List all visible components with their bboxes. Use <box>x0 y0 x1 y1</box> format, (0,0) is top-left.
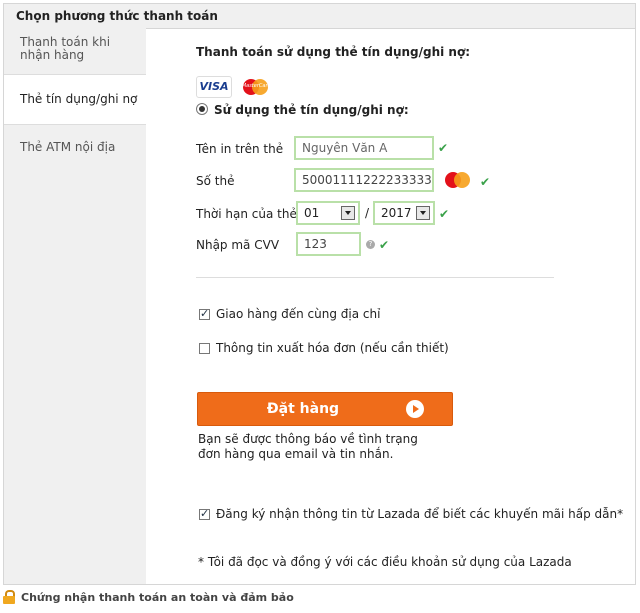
sidebar-item-atm[interactable]: Thẻ ATM nội địa <box>4 125 146 171</box>
terms-text: * Tôi đã đọc và đồng ý với các điều khoả… <box>198 555 572 569</box>
ship-same-address-label: Giao hàng đến cùng địa chỉ <box>216 307 381 321</box>
card-number-label: Số thẻ <box>196 174 235 188</box>
visa-logo: VISA <box>196 76 232 98</box>
subscribe-label: Đăng ký nhận thông tin từ Lazada để biết… <box>216 507 624 521</box>
card-name-valid-icon: ✔ <box>438 141 449 155</box>
use-card-radio-row[interactable]: Sử dụng thẻ tín dụng/ghi nợ: <box>196 103 409 117</box>
subscribe-row[interactable]: Đăng ký nhận thông tin từ Lazada để biết… <box>199 507 623 521</box>
payment-form: Thanh toán sử dụng thẻ tín dụng/ghi nợ: … <box>146 28 635 584</box>
mastercard-logo: MasterCard <box>242 76 271 98</box>
panel-title: Chọn phương thức thanh toán <box>16 9 218 23</box>
card-name-label: Tên in trên thẻ <box>196 142 284 156</box>
place-order-button[interactable]: Đặt hàng <box>197 392 453 426</box>
expiry-year-select[interactable]: 2017 <box>373 201 435 225</box>
card-number-input[interactable]: 50001111222233333 <box>294 168 434 192</box>
cvv-label: Nhập mã CVV <box>196 238 280 252</box>
cvv-input[interactable]: 123 <box>296 232 361 256</box>
sidebar-item-credit-card[interactable]: Thẻ tín dụng/ghi nợ <box>4 74 146 125</box>
cvv-valid-icon: ✔ <box>379 238 390 252</box>
card-name-input[interactable]: Nguyên Văn A <box>294 136 434 160</box>
lock-icon <box>3 590 15 604</box>
help-icon[interactable]: ? <box>366 240 375 249</box>
chevron-down-icon <box>416 206 430 220</box>
form-heading: Thanh toán sử dụng thẻ tín dụng/ghi nợ: <box>196 45 471 59</box>
invoice-info-checkbox[interactable] <box>199 343 210 354</box>
panel-header: Chọn phương thức thanh toán <box>4 4 635 29</box>
expiry-label: Thời hạn của thẻ <box>196 207 297 221</box>
expiry-month-select[interactable]: 01 <box>296 201 360 225</box>
payment-method-sidebar: Thanh toán khi nhận hàng Thẻ tín dụng/gh… <box>4 28 146 584</box>
expiry-valid-icon: ✔ <box>439 207 450 221</box>
expiry-separator: / <box>365 206 370 220</box>
divider <box>196 277 554 278</box>
expiry-month-value: 01 <box>304 206 320 220</box>
ship-same-address-checkbox[interactable] <box>199 307 210 320</box>
invoice-info-row[interactable]: Thông tin xuất hóa đơn (nếu cần thiết) <box>199 341 449 355</box>
chevron-down-icon <box>341 206 355 220</box>
secure-payment-footer: Chứng nhận thanh toán an toàn và đảm bảo <box>3 590 294 604</box>
secure-payment-text: Chứng nhận thanh toán an toàn và đảm bảo <box>21 591 294 604</box>
card-number-valid-icon: ✔ <box>480 175 491 189</box>
subscribe-checkbox[interactable] <box>199 507 210 520</box>
payment-panel: Chọn phương thức thanh toán Thanh toán k… <box>3 3 636 585</box>
use-card-radio[interactable] <box>196 103 208 115</box>
invoice-info-label: Thông tin xuất hóa đơn (nếu cần thiết) <box>216 341 449 355</box>
ship-same-address-row[interactable]: Giao hàng đến cùng địa chỉ <box>199 307 380 321</box>
play-arrow-icon <box>406 400 424 418</box>
place-order-label: Đặt hàng <box>266 401 340 417</box>
use-card-radio-label: Sử dụng thẻ tín dụng/ghi nợ: <box>214 103 409 117</box>
expiry-year-value: 2017 <box>381 206 412 220</box>
sidebar-item-cod[interactable]: Thanh toán khi nhận hàng <box>4 28 146 74</box>
mastercard-detected-icon <box>444 169 472 191</box>
card-logos: VISA MasterCard <box>196 76 271 98</box>
order-notice: Bạn sẽ được thông báo về tình trạng đơn … <box>198 432 418 461</box>
